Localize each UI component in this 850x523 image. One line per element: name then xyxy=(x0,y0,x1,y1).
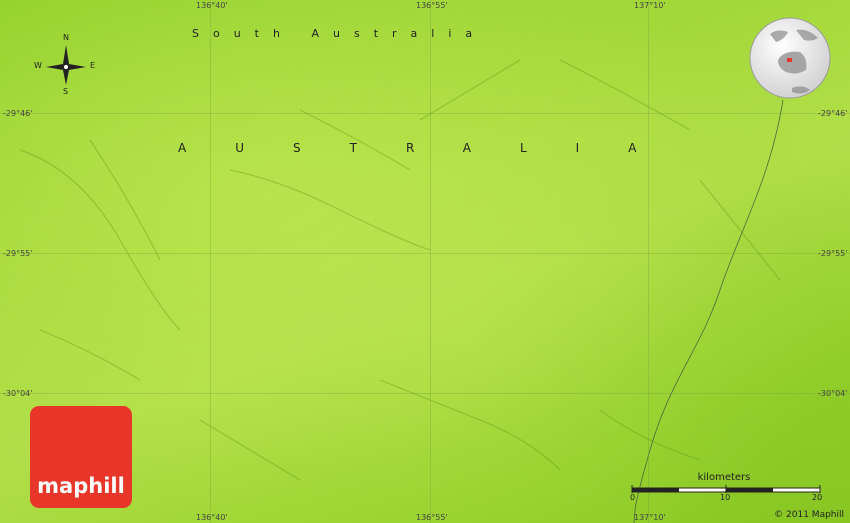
maphill-logo[interactable]: maphill xyxy=(30,406,132,508)
scale-tick: 0 xyxy=(630,493,636,502)
latitude-label-right: -29°46' xyxy=(818,109,848,118)
latitude-label-right: -29°55' xyxy=(818,249,848,258)
longitude-label-top: 136°40' xyxy=(196,1,228,10)
scale-bar: kilometers 0 10 20 xyxy=(626,472,826,506)
scale-tick: 10 xyxy=(720,493,731,502)
compass-east: E xyxy=(90,61,96,70)
latitude-label-left: -29°55' xyxy=(3,249,33,258)
location-marker xyxy=(787,58,792,62)
latitude-label-left: -29°46' xyxy=(3,109,33,118)
region-label: South Australia xyxy=(192,27,487,40)
compass-south: S xyxy=(63,87,69,96)
copyright-text: © 2011 Maphill xyxy=(774,510,844,520)
longitude-label-top: 137°10' xyxy=(634,1,666,10)
logo-text: maphill xyxy=(37,474,125,498)
longitude-label-top: 136°55' xyxy=(416,1,448,10)
meridian-line xyxy=(430,0,431,523)
meridian-line xyxy=(648,0,649,523)
latitude-label-right: -30°04' xyxy=(818,389,848,398)
latitude-label-left: -30°04' xyxy=(3,389,33,398)
meridian-line xyxy=(210,0,211,523)
longitude-label-bottom: 136°40' xyxy=(196,513,228,522)
parallel-line xyxy=(0,253,850,254)
globe-icon xyxy=(749,17,831,99)
compass-north: N xyxy=(63,33,69,42)
map-canvas[interactable]: 136°40' 136°55' 137°10' 136°40' 136°55' … xyxy=(0,0,850,523)
parallel-line xyxy=(0,113,850,114)
longitude-label-bottom: 136°55' xyxy=(416,513,448,522)
compass-rose: N S E W xyxy=(30,33,102,97)
parallel-line xyxy=(0,393,850,394)
compass-west: W xyxy=(34,61,42,70)
country-label: AUSTRALIA xyxy=(178,141,686,155)
locator-globe xyxy=(748,16,832,100)
longitude-label-bottom: 137°10' xyxy=(634,513,666,522)
scale-tick: 20 xyxy=(812,493,823,502)
